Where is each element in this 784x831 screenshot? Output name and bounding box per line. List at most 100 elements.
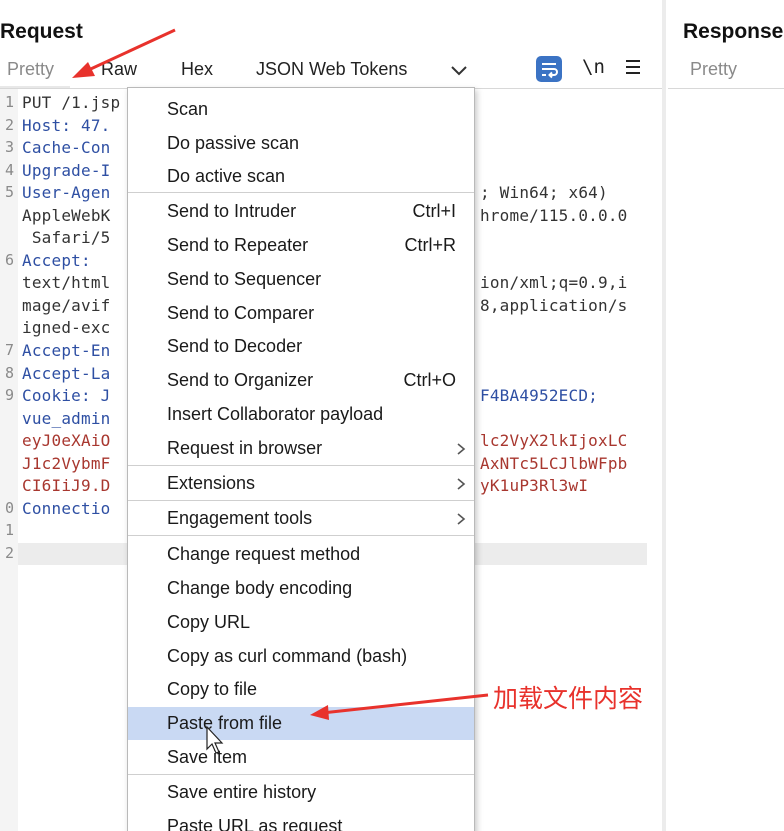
word-wrap-icon[interactable] xyxy=(536,56,562,82)
code-line[interactable]: Accept-La xyxy=(22,364,111,383)
tab-pretty[interactable]: Pretty xyxy=(7,59,54,80)
menu-item-send-to-organizer[interactable]: Send to Organizer Ctrl+O xyxy=(128,364,474,397)
menu-separator xyxy=(128,774,474,775)
line-number: 1 xyxy=(4,521,14,539)
code-line-tail[interactable]: lc2VyX2lkIjoxLC xyxy=(480,431,628,450)
line-number: 6 xyxy=(4,251,14,269)
code-line[interactable]: text/html xyxy=(22,273,111,292)
line-number: 3 xyxy=(4,138,14,156)
menu-separator xyxy=(128,535,474,536)
code-line[interactable]: igned-exc xyxy=(22,318,111,337)
tab-hex[interactable]: Hex xyxy=(181,59,213,80)
line-number: 2 xyxy=(4,116,14,134)
menu-item-request-in-browser[interactable]: Request in browser xyxy=(128,432,474,465)
menu-item-change-request-method[interactable]: Change request method xyxy=(128,538,474,571)
context-menu: Scan Do passive scan Do active scan Send… xyxy=(127,87,475,831)
menu-item-copy-as-curl[interactable]: Copy as curl command (bash) xyxy=(128,640,474,673)
menu-item-save-entire-history[interactable]: Save entire history xyxy=(128,776,474,809)
chevron-right-icon xyxy=(456,510,466,531)
line-number: 9 xyxy=(4,386,14,404)
code-line-tail[interactable]: ion/xml;q=0.9,i xyxy=(480,273,628,292)
menu-item-change-body-encoding[interactable]: Change body encoding xyxy=(128,572,474,605)
line-number: 5 xyxy=(4,183,14,201)
code-line[interactable]: vue_admin xyxy=(22,409,111,428)
tab-json-web-tokens[interactable]: JSON Web Tokens xyxy=(256,59,407,80)
menu-item-shortcut: Ctrl+I xyxy=(412,201,456,221)
tab-raw[interactable]: Raw xyxy=(101,59,137,80)
line-number: 4 xyxy=(4,161,14,179)
menu-item-label: Save item xyxy=(167,747,248,767)
menu-item-send-to-comparer[interactable]: Send to Comparer xyxy=(128,297,474,330)
code-line[interactable]: Upgrade-I xyxy=(22,161,111,180)
menu-separator xyxy=(128,500,474,501)
menu-item-scan[interactable]: Scan xyxy=(128,93,474,126)
menu-item-label: Paste URL as request xyxy=(167,816,343,831)
menu-item-label: Copy to file xyxy=(167,679,258,699)
code-line[interactable]: Accept-En xyxy=(22,341,111,360)
menu-item-label: Send to Organizer xyxy=(167,370,314,390)
code-line[interactable]: J1c2VybmF xyxy=(22,454,111,473)
code-line[interactable]: Accept: xyxy=(22,251,91,270)
menu-item-label: Send to Sequencer xyxy=(167,269,322,289)
menu-item-label: Send to Decoder xyxy=(167,336,303,356)
menu-item-label: Send to Comparer xyxy=(167,303,315,323)
code-line-tail[interactable]: F4BA4952ECD; xyxy=(480,386,598,405)
menu-separator xyxy=(128,192,474,193)
menu-item-label: Change body encoding xyxy=(167,578,353,598)
code-line[interactable]: Cache-Con xyxy=(22,138,111,157)
line-number: 7 xyxy=(4,341,14,359)
menu-item-label: Save entire history xyxy=(167,782,317,802)
menu-item-label: Do passive scan xyxy=(167,133,300,153)
code-line-tail[interactable]: AxNTc5LCJlbWFpb xyxy=(480,454,628,473)
menu-item-label: Send to Intruder xyxy=(167,201,297,221)
menu-item-label: Send to Repeater xyxy=(167,235,309,255)
menu-item-engagement-tools[interactable]: Engagement tools xyxy=(128,502,474,535)
line-number: 2 xyxy=(4,544,14,562)
code-line-tail[interactable]: hrome/115.0.0.0 xyxy=(480,206,628,225)
menu-item-send-to-intruder[interactable]: Send to Intruder Ctrl+I xyxy=(128,195,474,228)
code-line-tail[interactable]: 8,application/s xyxy=(480,296,628,315)
menu-item-do-passive-scan[interactable]: Do passive scan xyxy=(128,127,474,160)
menu-item-label: Extensions xyxy=(167,473,256,493)
menu-item-copy-url[interactable]: Copy URL xyxy=(128,606,474,639)
chevron-right-icon xyxy=(456,475,466,496)
code-line[interactable]: Connectio xyxy=(22,499,111,518)
response-panel-title: Response xyxy=(683,20,784,43)
code-line[interactable]: Cookie: J xyxy=(22,386,111,405)
menu-item-do-active-scan[interactable]: Do active scan xyxy=(128,160,474,193)
menu-item-label: Scan xyxy=(167,99,209,119)
menu-item-label: Paste from file xyxy=(167,713,283,733)
code-line[interactable]: AppleWebK xyxy=(22,206,111,225)
menu-item-send-to-sequencer[interactable]: Send to Sequencer xyxy=(128,263,474,296)
menu-item-send-to-repeater[interactable]: Send to Repeater Ctrl+R xyxy=(128,229,474,262)
menu-item-copy-to-file[interactable]: Copy to file xyxy=(128,673,474,706)
menu-item-paste-url-as-request[interactable]: Paste URL as request xyxy=(128,810,474,831)
code-line[interactable]: CI6IiJ9.D xyxy=(22,476,111,495)
code-line[interactable]: Host: 47. xyxy=(22,116,111,135)
code-line[interactable]: User-Agen xyxy=(22,183,111,202)
menu-item-label: Copy as curl command (bash) xyxy=(167,646,408,666)
menu-item-shortcut: Ctrl+R xyxy=(404,235,456,255)
code-line-tail[interactable]: ; Win64; x64) xyxy=(480,183,608,202)
code-line[interactable]: eyJ0eXAiO xyxy=(22,431,111,450)
menu-item-paste-from-file[interactable]: Paste from file xyxy=(128,707,474,740)
menu-separator xyxy=(128,465,474,466)
code-line-tail[interactable]: yK1uP3Rl3wI xyxy=(480,476,588,495)
code-line[interactable]: mage/avif xyxy=(22,296,111,315)
menu-item-save-item[interactable]: Save item xyxy=(128,741,474,774)
menu-item-label: Do active scan xyxy=(167,166,286,186)
response-tab-pretty[interactable]: Pretty xyxy=(690,59,737,80)
line-number: 0 xyxy=(4,499,14,517)
menu-item-insert-collaborator-payload[interactable]: Insert Collaborator payload xyxy=(128,398,474,431)
hamburger-menu-icon[interactable] xyxy=(624,58,642,76)
menu-item-send-to-decoder[interactable]: Send to Decoder xyxy=(128,330,474,363)
panel-splitter[interactable] xyxy=(662,0,666,831)
newline-icon[interactable]: \n xyxy=(582,56,605,78)
code-line[interactable]: PUT /1.jsp xyxy=(22,93,120,112)
annotation-text: 加载文件内容 xyxy=(493,684,644,713)
menu-item-extensions[interactable]: Extensions xyxy=(128,467,474,500)
code-line[interactable]: Safari/5 xyxy=(22,228,111,247)
chevron-down-icon[interactable] xyxy=(449,60,469,80)
request-panel-title: Request xyxy=(0,20,83,43)
line-number: 1 xyxy=(4,93,14,111)
